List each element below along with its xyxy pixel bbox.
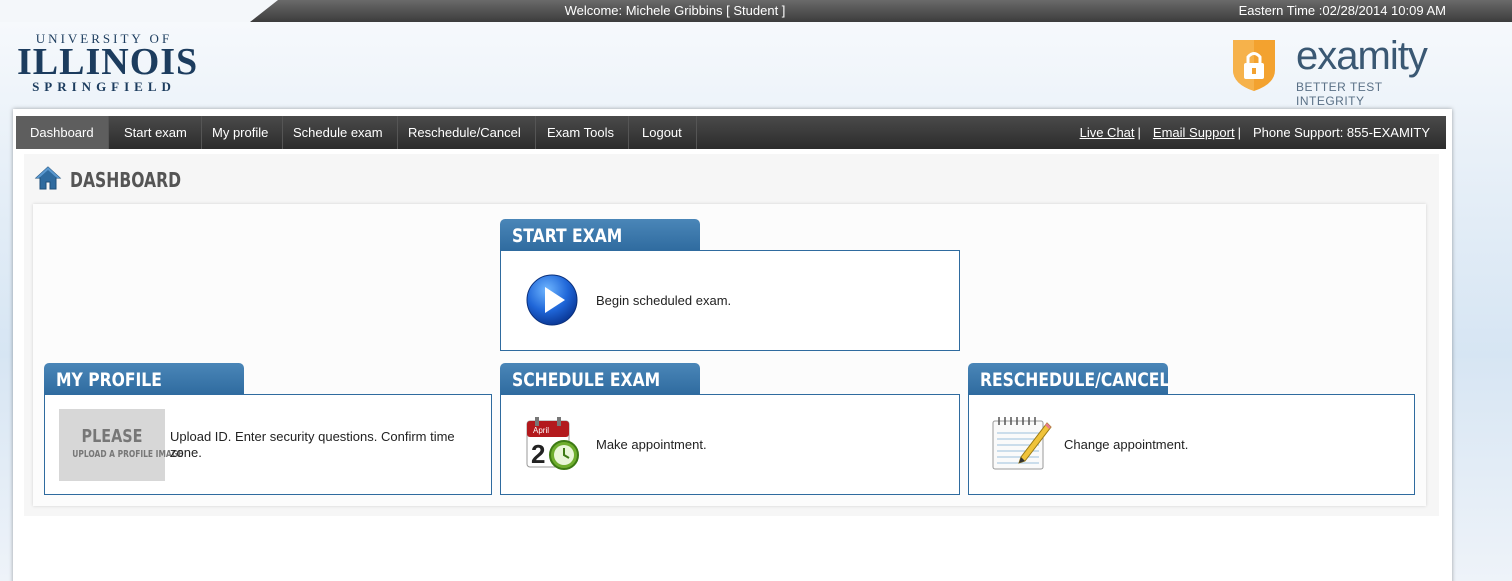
start-exam-card-title[interactable]: START EXAM <box>500 219 700 251</box>
nav-start-exam[interactable]: Start exam <box>110 116 202 149</box>
reschedule-text: Change appointment. <box>1064 437 1189 452</box>
examity-logo[interactable]: examity BETTER TEST INTEGRITY <box>1230 34 1445 108</box>
start-exam-text: Begin scheduled exam. <box>596 293 732 308</box>
nav-reschedule-cancel[interactable]: Reschedule/Cancel <box>394 116 536 149</box>
play-icon <box>526 274 578 326</box>
home-icon <box>34 166 62 190</box>
phone-support: Phone Support: 855-EXAMITY <box>1252 125 1430 140</box>
svg-text:2: 2 <box>531 439 545 469</box>
nav-my-profile[interactable]: My profile <box>198 116 284 149</box>
eastern-time: Eastern Time :02/28/2014 10:09 AM <box>1238 3 1446 18</box>
uis-logo-line3: SPRINGFIELD <box>32 79 176 94</box>
main-panel: Dashboard Start exam My profile Schedule… <box>13 109 1452 581</box>
my-profile-card[interactable]: PLEASE UPLOAD A PROFILE IMAGE Upload ID.… <box>44 394 492 495</box>
welcome-text: Welcome: Michele Gribbins [ Student ] <box>564 3 786 18</box>
page-title: DASHBOARD <box>70 168 182 192</box>
nav-logout[interactable]: Logout <box>628 116 697 149</box>
nav-exam-tools[interactable]: Exam Tools <box>533 116 629 149</box>
profile-image-placeholder[interactable]: PLEASE UPLOAD A PROFILE IMAGE <box>59 409 183 481</box>
schedule-exam-card[interactable]: April 2 Make appointment. <box>500 394 960 495</box>
nav-dashboard[interactable]: Dashboard <box>16 116 109 149</box>
reschedule-card-title[interactable]: RESCHEDULE/CANCEL <box>968 363 1169 395</box>
examity-tagline: BETTER TEST INTEGRITY <box>1296 80 1383 108</box>
examity-brand: examity <box>1296 34 1428 78</box>
svg-text:April: April <box>533 426 549 435</box>
live-chat-link[interactable]: Live Chat <box>1080 125 1135 140</box>
dashboard-cards: START EXAM Begin scheduled exam. MY PROF… <box>33 204 1426 506</box>
content-area: DASHBOARD START EXAM Begin scheduled exa… <box>24 154 1439 516</box>
nav-schedule-exam[interactable]: Schedule exam <box>279 116 398 149</box>
my-profile-text: Upload ID. Enter security questions. Con… <box>170 429 455 460</box>
support-links: Live Chat | Email Support | Phone Support: 8… <box>1079 125 1430 140</box>
email-support-link[interactable]: Email Support <box>1153 125 1235 140</box>
schedule-exam-card-title[interactable]: SCHEDULE EXAM <box>500 363 700 395</box>
my-profile-card-title[interactable]: MY PROFILE <box>44 363 244 395</box>
calendar-clock-icon: April 2 <box>526 417 579 470</box>
lock-shield-icon <box>1233 40 1275 91</box>
uis-logo-line2: ILLINOIS <box>17 41 199 83</box>
main-navbar: Dashboard Start exam My profile Schedule… <box>16 116 1446 149</box>
notepad-pencil-icon <box>992 417 1052 470</box>
top-bar: Welcome: Michele Gribbins [ Student ] Ea… <box>0 0 1512 22</box>
schedule-exam-text: Make appointment. <box>596 437 707 452</box>
uis-logo[interactable]: UNIVERSITY OF ILLINOIS SPRINGFIELD <box>17 32 199 95</box>
start-exam-card[interactable]: Begin scheduled exam. <box>500 250 960 351</box>
reschedule-card[interactable]: Change appointment. <box>968 394 1415 495</box>
